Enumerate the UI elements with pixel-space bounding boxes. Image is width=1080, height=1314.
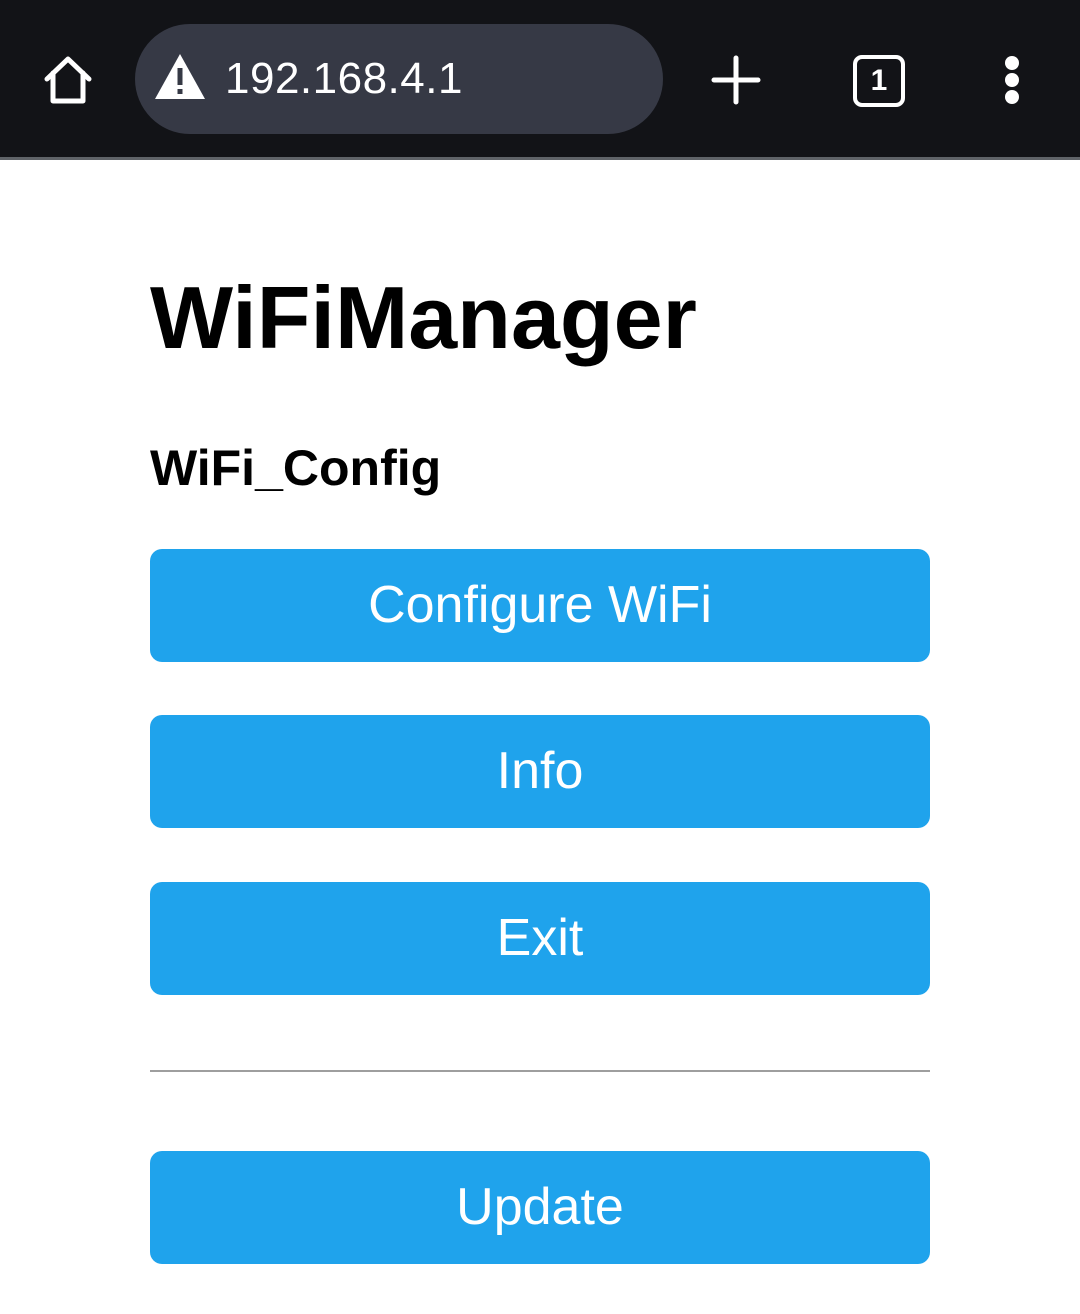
home-icon xyxy=(44,56,92,104)
exit-button[interactable]: Exit xyxy=(150,882,930,995)
page-subtitle: WiFi_Config xyxy=(150,440,442,496)
toolbar-divider xyxy=(0,157,1080,160)
browser-toolbar: 192.168.4.1 1 xyxy=(0,0,1080,158)
tab-count: 1 xyxy=(870,64,888,97)
url-text[interactable]: 192.168.4.1 xyxy=(225,24,463,134)
divider xyxy=(150,1070,930,1072)
tab-switcher-icon: 1 xyxy=(853,55,905,107)
page-title: WiFiManager xyxy=(150,268,697,367)
home-button[interactable] xyxy=(32,44,104,116)
tab-switcher-button[interactable]: 1 xyxy=(850,52,906,108)
plus-icon xyxy=(711,55,761,105)
more-menu-button[interactable] xyxy=(990,50,1034,110)
update-button[interactable]: Update xyxy=(150,1151,930,1264)
new-tab-button[interactable] xyxy=(706,50,766,110)
info-button[interactable]: Info xyxy=(150,715,930,828)
warning-triangle-icon[interactable] xyxy=(153,52,207,102)
url-bar[interactable]: 192.168.4.1 xyxy=(135,24,663,134)
configure-wifi-button[interactable]: Configure WiFi xyxy=(150,549,930,662)
